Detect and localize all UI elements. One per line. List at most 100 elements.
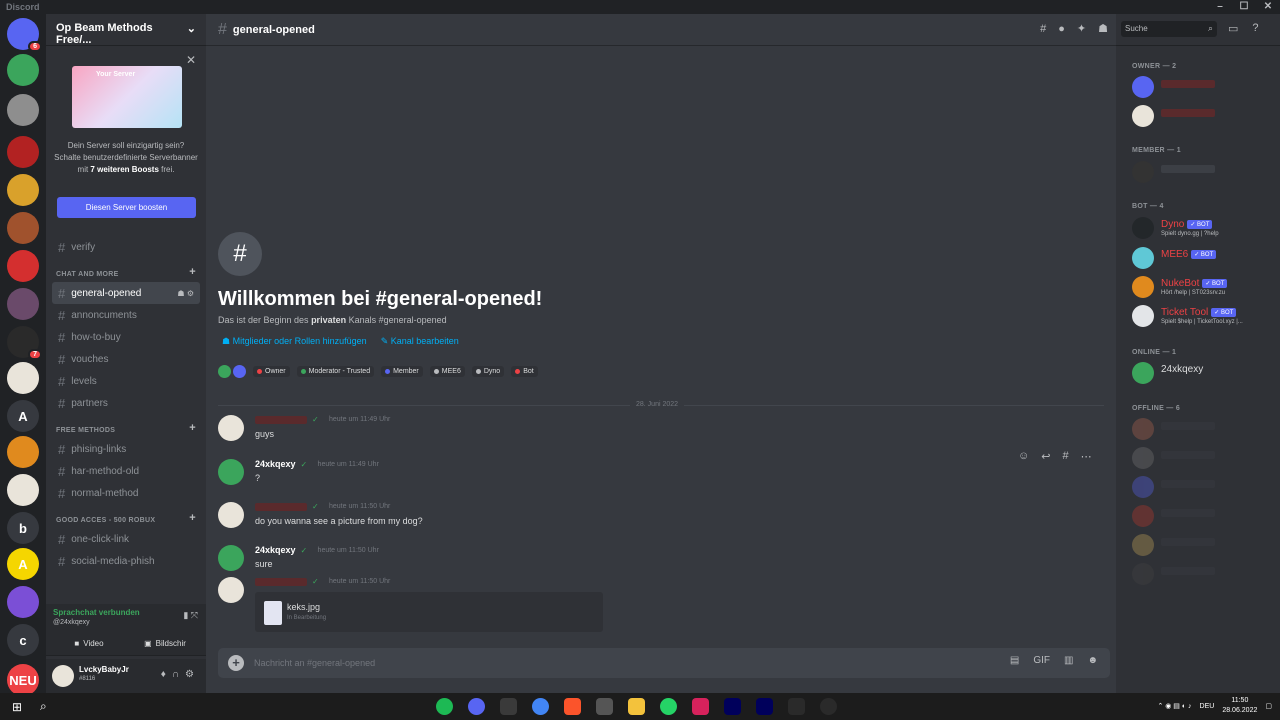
channel-category[interactable]: FREE METHODS + <box>46 414 206 438</box>
boost-server-button[interactable]: Diesen Server boosten <box>57 197 196 218</box>
close-icon[interactable]: ✕ <box>186 53 196 67</box>
member-item[interactable]: 24xkqexy <box>1132 360 1272 388</box>
channel-item[interactable]: # partners <box>52 392 200 414</box>
bell-icon[interactable]: ● <box>1058 23 1065 35</box>
screen-share-button[interactable]: ▣ Bildschir <box>130 634 200 652</box>
notifications-icon[interactable]: ▢ <box>1265 702 1272 710</box>
member-item[interactable] <box>1132 561 1272 589</box>
server-icon[interactable] <box>7 288 39 320</box>
channel-item[interactable]: # levels <box>52 370 200 392</box>
reply-icon[interactable]: ↩ <box>1041 450 1050 463</box>
channel-item[interactable]: # general-opened ☗ ⚙ <box>52 282 200 304</box>
channel-item[interactable]: # social-media-phish <box>52 550 200 572</box>
server-icon[interactable] <box>7 136 39 168</box>
attachment[interactable]: keks.jpg In Bearbeitung <box>255 592 603 632</box>
premiere-icon[interactable] <box>756 698 773 715</box>
server-icon[interactable] <box>7 212 39 244</box>
member-item[interactable]: MEE6 ✓ BOT <box>1132 245 1272 273</box>
member-item[interactable] <box>1132 103 1272 131</box>
role-chip[interactable]: Bot <box>511 366 538 377</box>
after-effects-icon[interactable] <box>724 698 741 715</box>
clock[interactable]: 11:50 28.06.2022 <box>1222 696 1257 716</box>
explorer-icon[interactable] <box>628 698 645 715</box>
role-chip[interactable]: Owner <box>253 366 290 377</box>
discord-icon[interactable] <box>468 698 485 715</box>
role-chip[interactable]: Moderator - Trusted <box>296 366 375 377</box>
member-item[interactable] <box>1132 503 1272 531</box>
chrome-icon[interactable] <box>532 698 549 715</box>
server-icon[interactable]: 7 <box>7 326 42 360</box>
avatar[interactable] <box>218 459 244 485</box>
member-item[interactable]: NukeBot ✓ BOT Hört /help | ST023srv.zu <box>1132 274 1272 302</box>
server-icon[interactable]: b <box>7 512 39 544</box>
server-icon[interactable] <box>7 54 39 86</box>
avatar[interactable] <box>218 545 244 571</box>
server-icon[interactable] <box>7 174 39 206</box>
plus-icon[interactable]: + <box>189 512 196 524</box>
video-button[interactable]: ■ Video <box>54 634 124 652</box>
channel-settings-icon[interactable]: ☗ ⚙ <box>177 289 194 298</box>
spotify-icon[interactable] <box>436 698 453 715</box>
avatar[interactable] <box>218 577 244 603</box>
channel-category[interactable]: CHAT AND MORE + <box>46 258 206 282</box>
role-chip[interactable]: MEE6 <box>429 366 465 377</box>
inbox-icon[interactable]: ▭ <box>1228 22 1238 35</box>
member-item[interactable]: Ticket Tool ✓ BOT Spielt $help | TicketToo… <box>1132 303 1272 331</box>
maximize-button[interactable]: ☐ <box>1232 0 1256 14</box>
emoji-icon[interactable]: ☻ <box>1087 655 1098 666</box>
member-item[interactable] <box>1132 416 1272 444</box>
language-indicator[interactable]: DEU <box>1200 703 1215 710</box>
more-icon[interactable]: ⋯ <box>1081 450 1092 463</box>
avatar[interactable] <box>52 665 74 687</box>
headphones-icon[interactable]: ∩ <box>172 669 185 680</box>
server-icon[interactable] <box>7 362 39 394</box>
channel-item[interactable]: # how-to-buy <box>52 326 200 348</box>
server-icon[interactable] <box>7 250 39 282</box>
edit-channel-link[interactable]: ✎ Kanal bearbeiten <box>381 336 459 347</box>
add-members-link[interactable]: ☗ Mitglieder oder Rollen hinzufügen <box>222 336 367 347</box>
search-input[interactable]: Suche ⌕ <box>1121 21 1217 37</box>
gift-icon[interactable]: ▤ <box>1010 655 1019 666</box>
mic-icon[interactable]: ♦ <box>161 669 172 680</box>
gear-icon[interactable]: ⚙ <box>185 669 200 680</box>
member-item[interactable]: Dyno ✓ BOT Spielt dyno.gg | ?help <box>1132 215 1272 243</box>
server-icon[interactable] <box>7 94 39 126</box>
author-name[interactable] <box>255 415 307 424</box>
channel-item[interactable]: # vouches <box>52 348 200 370</box>
server-icon[interactable]: A <box>7 548 39 580</box>
guild-header[interactable]: Op Beam Methods Free/... ⌄ <box>46 14 206 46</box>
member-item[interactable] <box>1132 532 1272 560</box>
server-icon[interactable] <box>7 586 39 618</box>
channel-item[interactable]: # one-click-link <box>52 528 200 550</box>
member-item[interactable] <box>1132 445 1272 473</box>
server-icon[interactable]: NEU <box>7 664 39 696</box>
server-icon[interactable]: c <box>7 624 39 656</box>
close-window-button[interactable]: ✕ <box>1256 0 1280 14</box>
thread-icon[interactable]: # <box>1062 450 1068 463</box>
brave-icon[interactable] <box>564 698 581 715</box>
app-icon[interactable] <box>500 698 517 715</box>
role-chip[interactable]: Dyno <box>471 366 505 377</box>
app-icon[interactable] <box>692 698 709 715</box>
app-icon[interactable] <box>820 698 837 715</box>
server-icon[interactable]: 6 <box>7 18 42 52</box>
member-item[interactable] <box>1132 74 1272 102</box>
plus-icon[interactable]: + <box>189 266 196 278</box>
author-name[interactable] <box>255 502 307 511</box>
members-icon[interactable]: ☗ <box>1098 22 1108 35</box>
channel-category[interactable]: GOOD ACCES - 500 ROBUX + <box>46 504 206 528</box>
minimize-button[interactable]: – <box>1208 0 1232 14</box>
threads-icon[interactable]: # <box>1040 23 1046 35</box>
pin-icon[interactable]: ✦ <box>1077 22 1086 35</box>
channel-item[interactable]: # har-method-old <box>52 460 200 482</box>
author-name[interactable]: 24xkqexy <box>255 459 296 469</box>
member-item[interactable] <box>1132 159 1272 187</box>
add-reaction-icon[interactable]: ☺ <box>1018 450 1029 463</box>
whatsapp-icon[interactable] <box>660 698 677 715</box>
upload-icon[interactable]: + <box>228 655 244 671</box>
server-icon[interactable] <box>7 436 39 468</box>
disconnect-icon[interactable]: ▮ ⤧ <box>183 610 198 621</box>
tray-icons[interactable]: ⌃ ◉ ▤ ◐ ♪ <box>1157 702 1191 710</box>
taskbar-search-icon[interactable]: ⌕ <box>40 699 47 714</box>
role-chip[interactable]: Member <box>381 366 423 377</box>
